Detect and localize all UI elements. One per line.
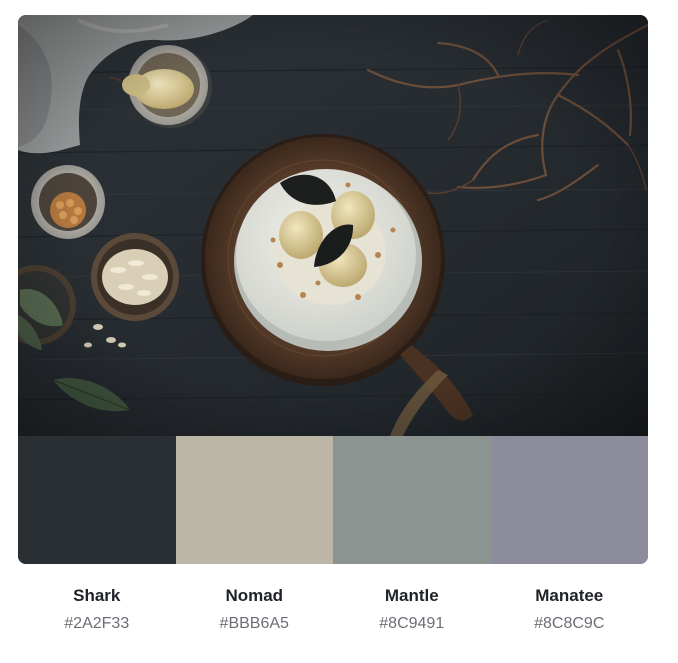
color-hex[interactable]: #8C8C9C xyxy=(491,614,649,634)
color-label-shark: Shark #2A2F33 xyxy=(18,586,176,634)
color-hex[interactable]: #BBB6A5 xyxy=(176,614,334,634)
swatch-row xyxy=(18,436,648,564)
color-hex[interactable]: #8C9491 xyxy=(333,614,491,634)
palette-card xyxy=(18,15,648,564)
swatch-nomad[interactable] xyxy=(175,436,333,564)
color-labels: Shark #2A2F33 Nomad #BBB6A5 Mantle #8C94… xyxy=(18,586,648,634)
swatch-mantle[interactable] xyxy=(333,436,491,564)
food-photo xyxy=(18,15,648,436)
color-name: Nomad xyxy=(225,586,284,605)
color-label-mantle: Mantle #8C9491 xyxy=(333,586,491,634)
swatch-shark[interactable] xyxy=(18,436,176,564)
color-name: Shark xyxy=(73,586,121,605)
color-label-nomad: Nomad #BBB6A5 xyxy=(176,586,334,634)
color-label-manatee: Manatee #8C8C9C xyxy=(491,586,649,634)
color-name: Manatee xyxy=(535,586,604,605)
color-name: Mantle xyxy=(384,586,439,605)
color-hex[interactable]: #2A2F33 xyxy=(18,614,176,634)
swatch-manatee[interactable] xyxy=(490,436,648,564)
